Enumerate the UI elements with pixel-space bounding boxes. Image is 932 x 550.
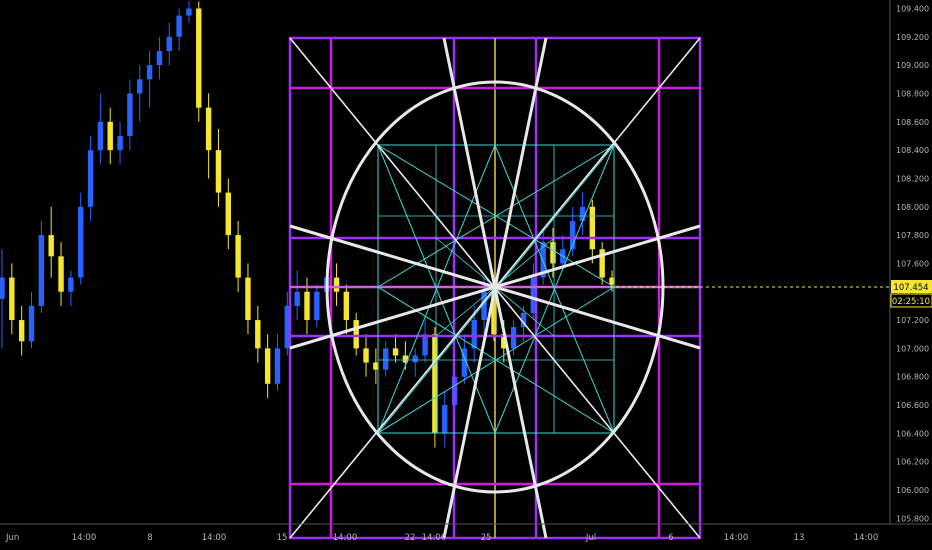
candle-body [28, 305, 35, 342]
candle-body [9, 277, 15, 321]
time-tick-label: 14:00 [72, 533, 97, 543]
candle-body [58, 256, 64, 292]
candle-body [314, 291, 320, 321]
time-tick-label: 22 [405, 533, 416, 543]
candle-body [294, 291, 300, 306]
candle-body [176, 15, 182, 37]
countdown-badge: 02:25:10 [892, 297, 930, 307]
candle-body [442, 405, 448, 434]
candle-body [264, 348, 271, 384]
candle-body [304, 291, 310, 321]
candle-body [510, 327, 517, 349]
candle-body [87, 150, 94, 207]
price-tick-label: 106.000 [896, 486, 929, 495]
candle-body [146, 65, 153, 80]
price-tick-label: 105.800 [896, 514, 929, 523]
candle-body [38, 235, 45, 306]
candle-body [68, 277, 74, 292]
time-tick-label: 14:00 [202, 533, 227, 543]
candle-body [166, 36, 172, 51]
time-tick-label: Jun [5, 533, 19, 543]
candle-body [579, 206, 586, 221]
price-tick-label: 108.000 [896, 203, 929, 212]
candle-body [186, 8, 192, 16]
candle-body [78, 206, 84, 278]
candle-body [137, 79, 143, 94]
time-tick-label: 25 [481, 533, 492, 543]
candle-body [471, 320, 477, 349]
candle-body [205, 107, 212, 151]
price-tick-label: 107.000 [896, 344, 929, 353]
price-badge: 107.454 [893, 283, 928, 293]
candle-body [235, 235, 241, 278]
candle-body [550, 242, 556, 264]
price-tick-label: 108.800 [896, 89, 929, 98]
price-tick-label: 108.200 [896, 174, 929, 183]
candle-body [422, 334, 428, 356]
candle-body [353, 320, 359, 349]
candle-body [432, 334, 438, 434]
price-tick-label: 108.600 [896, 118, 929, 127]
candle-body [589, 206, 596, 250]
price-tick-label: 109.000 [896, 61, 929, 70]
price-axis: 109.400 109.200 109.000 108.800 108.600 108.4… [889, 0, 932, 524]
candle-body [333, 277, 340, 292]
price-tick-label: 106.200 [896, 458, 929, 467]
price-tick-label: 108.400 [896, 146, 929, 155]
chart: 109.400 109.200 109.000 108.800 108.600 108.4… [0, 0, 932, 550]
time-tick-label: 14:00 [333, 533, 358, 543]
candle-body [48, 235, 54, 257]
candle-body [127, 93, 133, 136]
candle-body [363, 348, 369, 363]
candle-body [196, 8, 202, 108]
time-tick-label: 6 [668, 533, 673, 543]
candle-body [0, 277, 5, 299]
candle-body [156, 50, 163, 66]
price-tick-label: 109.400 [896, 4, 929, 13]
candle-body [412, 355, 418, 363]
time-tick-label: 14:00 [724, 533, 749, 543]
candle-body [117, 135, 123, 151]
candle-body [274, 348, 281, 384]
price-tick-label: 109.200 [896, 33, 929, 42]
candle-body [343, 291, 350, 321]
time-tick-label: Jul [585, 533, 596, 543]
candle-body [392, 348, 399, 356]
candle-body [255, 320, 261, 349]
candle-body [225, 192, 231, 236]
time-tick-label: 14:00 [854, 533, 879, 543]
price-tick-label: 107.200 [896, 316, 929, 325]
time-tick-label: 14:00 [422, 533, 447, 543]
candle-body [97, 121, 104, 151]
price-tick-label: 106.800 [896, 373, 929, 382]
price-tick-label: 107.800 [896, 231, 929, 240]
candle-body [107, 121, 113, 151]
time-tick-label: 15 [277, 533, 288, 543]
candle-body [215, 150, 222, 193]
time-tick-label: 13 [794, 533, 805, 543]
candle-body [18, 320, 25, 342]
price-tick-label: 107.600 [896, 259, 929, 268]
candle-body [383, 348, 389, 370]
candle-body [245, 277, 251, 321]
time-tick-label: 8 [147, 533, 152, 543]
price-tick-label: 106.600 [896, 401, 929, 410]
price-tick-label: 106.400 [896, 429, 929, 438]
